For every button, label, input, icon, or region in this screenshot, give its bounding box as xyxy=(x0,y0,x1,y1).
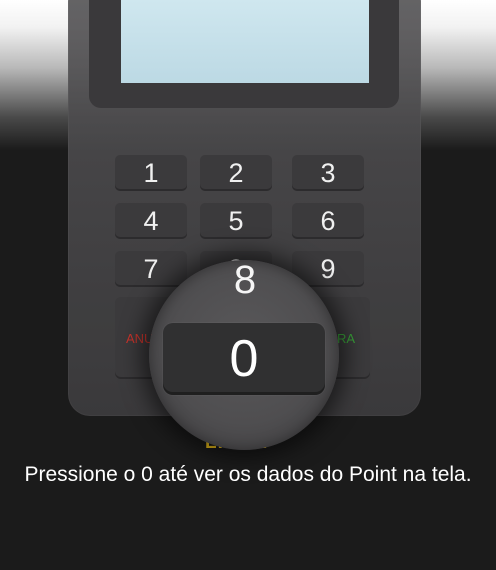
key-3[interactable]: 3 xyxy=(292,155,364,191)
magnifier-lens: 8 0 xyxy=(149,260,339,450)
key-1[interactable]: 1 xyxy=(115,155,187,191)
key-5[interactable]: 5 xyxy=(200,203,272,239)
confirm-key-label: RA xyxy=(337,331,356,346)
key-7[interactable]: 7 xyxy=(115,251,187,287)
key-2[interactable]: 2 xyxy=(200,155,272,191)
magnified-key-8: 8 xyxy=(233,260,257,302)
magnified-key-0[interactable]: 0 xyxy=(163,323,325,395)
instruction-text: Pressione o 0 até ver os dados do Point … xyxy=(24,463,472,486)
key-6[interactable]: 6 xyxy=(292,203,364,239)
key-4[interactable]: 4 xyxy=(115,203,187,239)
device-screen xyxy=(121,0,369,83)
